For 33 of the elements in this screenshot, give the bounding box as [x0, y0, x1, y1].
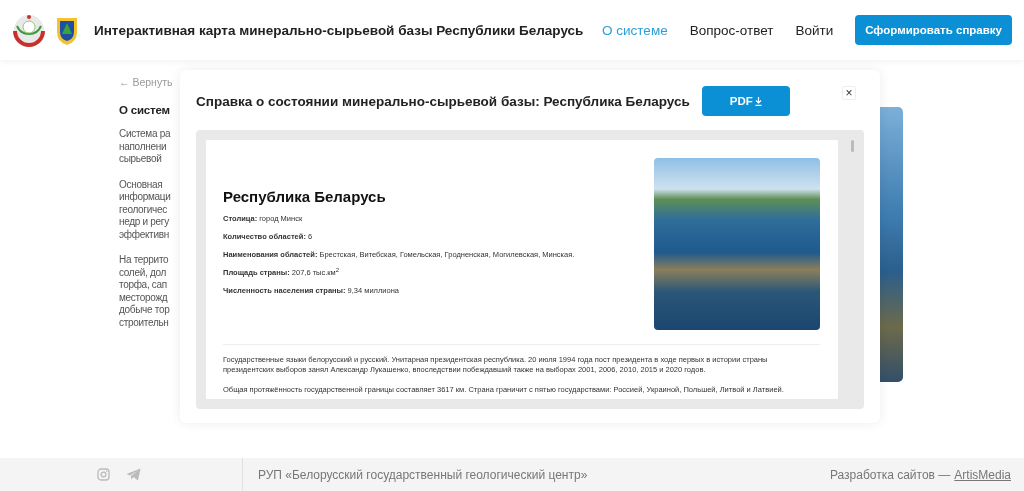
generate-report-button[interactable]: Сформировать справку — [855, 15, 1012, 45]
pdf-button[interactable]: PDF — [701, 86, 790, 116]
organization-name: РУП «Белорусский государственный геологический центр» — [258, 467, 589, 482]
credit-link[interactable]: ArtisMedia — [954, 467, 1011, 482]
text-line: солей, дол — [119, 266, 167, 279]
text-line: наполнени — [119, 140, 168, 153]
coat-of-arms-icon — [12, 13, 46, 47]
credit-text: Разработка сайтов — — [829, 467, 951, 482]
text-line: добыче тор — [119, 304, 171, 317]
section-heading: О систем — [119, 104, 171, 116]
text-line: строительн — [119, 316, 170, 329]
nav-link[interactable]: Вопрос-ответ — [689, 22, 774, 38]
text-line: геологичес — [119, 203, 168, 216]
close-button[interactable]: × — [842, 86, 856, 100]
text-line: информаци — [119, 191, 172, 204]
scrollbar-thumb[interactable] — [851, 140, 854, 152]
nav-link[interactable]: О системе — [602, 22, 668, 38]
nav-link[interactable]: Войти — [795, 22, 834, 38]
text-line: месторожд — [119, 291, 169, 304]
instagram-icon[interactable] — [97, 468, 110, 481]
text-line: эффективн — [119, 228, 170, 241]
text-line: торфа, сап — [119, 279, 168, 292]
document-heading: Республика Беларусь — [223, 188, 387, 205]
text-line: На террито — [119, 254, 170, 267]
text-line: сырьевой — [119, 153, 163, 166]
text-line: недр и регу — [119, 216, 170, 229]
text-line: Система ра — [119, 128, 172, 141]
download-icon — [754, 96, 762, 106]
dialog-title: Справка о состоянии минерально-сырьевой базы: Республика Беларусь — [196, 93, 690, 109]
text-line: Основная — [119, 178, 164, 191]
telegram-icon[interactable] — [126, 468, 141, 481]
site-title: Интерактивная карта минерально-сырьевой базы Республики Беларусь — [94, 22, 585, 38]
back-link[interactable]: ← Вернуть — [119, 76, 179, 88]
